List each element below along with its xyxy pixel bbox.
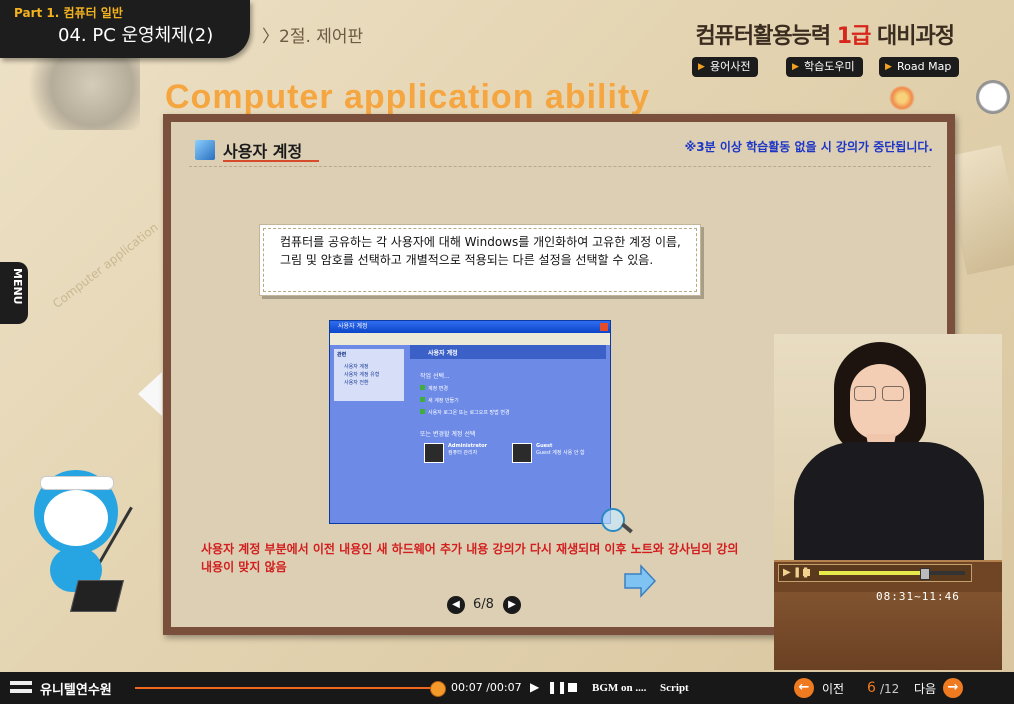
chevron-right-icon: ▶ [698, 62, 705, 72]
course-title-level: 1급 [836, 24, 872, 49]
lesson-progress-bar[interactable] [135, 687, 437, 689]
glossary-button-label: 용어사전 [710, 60, 751, 73]
mascot-face [44, 490, 108, 546]
error-note: 사용자 계정 부분에서 이전 내용인 새 하드웨어 추가 내용 강의가 다시 재… [201, 542, 739, 574]
guest-picture-icon [512, 443, 532, 463]
xp-task-label: 작업 선택... [420, 373, 450, 380]
video-player-bar: ▶ ❚❚ [778, 564, 972, 582]
lesson-progress-fill [135, 687, 437, 689]
time-readout: 00:07 /00:07 [451, 681, 522, 694]
xp-change-label: 또는 변경할 계정 선택 [420, 431, 476, 438]
total-pages: /12 [880, 682, 900, 696]
xp-titlebar [330, 321, 610, 333]
xp-main-header-text: 사용자 계정 [428, 350, 458, 357]
part-label: Part 1. 컴퓨터 일반 [14, 6, 123, 20]
video-time: 08:31~11:46 [876, 590, 960, 603]
menu-label[interactable]: MENU [4, 268, 24, 305]
presenter-glasses [854, 386, 906, 401]
study-helper-button[interactable]: ▶ 학습도우미 [786, 57, 863, 77]
instructor-video [774, 334, 1002, 670]
user-accounts-screenshot: 사용자 계정 관련 사용자 계정 사용자 계정 유형 사용자 전환 사용자 계정… [329, 320, 611, 524]
script-button[interactable]: Script [660, 682, 689, 694]
chevron-right-icon: ▶ [885, 62, 892, 72]
presenter-face [850, 364, 910, 440]
definition-box: 컴퓨터를 공유하는 각 사용자에 대해 Windows를 개인화하여 고유한 계… [259, 224, 701, 296]
xp-side-panel: 관련 사용자 계정 사용자 계정 유형 사용자 전환 [334, 349, 404, 401]
road-map-button-label: Road Map [897, 60, 952, 73]
mascot-character [26, 462, 146, 612]
current-page: 6 [867, 680, 876, 696]
bgm-toggle[interactable]: BGM on .... [592, 682, 646, 694]
course-title-main: 컴퓨터활용능력 [695, 24, 831, 49]
xp-side-item: 사용자 전환 [344, 380, 369, 386]
video-seek-thumb[interactable] [920, 568, 931, 580]
laptop-icon [70, 580, 124, 612]
video-seek-fill [819, 571, 925, 575]
study-helper-button-label: 학습도우미 [804, 60, 855, 73]
page-counter: 6/8 [473, 597, 494, 612]
xp-account-type: Guest 계정 사용 안 함 [536, 450, 585, 456]
xp-side-item: 사용자 계정 유형 [344, 372, 380, 378]
xp-task-item: 사용자 로그온 또는 로그오프 방법 변경 [420, 409, 510, 416]
chapter-title: 04. PC 운영체제(2) [58, 25, 214, 46]
xp-task-item: 계정 변경 [420, 385, 448, 392]
previous-triangle-icon[interactable] [138, 372, 162, 416]
monitor-icon [195, 140, 215, 160]
administrator-picture-icon [424, 443, 444, 463]
prev-arrow-icon[interactable]: ← [794, 678, 814, 698]
road-map-button[interactable]: ▶ Road Map [879, 57, 960, 77]
chevron-right-icon: ▶ [508, 599, 516, 610]
xp-close-icon [600, 323, 608, 331]
xp-window-title: 사용자 계정 [338, 323, 368, 330]
unitel-logo-icon [10, 679, 32, 697]
lesson-progress-knob[interactable] [430, 681, 446, 697]
lesson-stage: Part 1. 컴퓨터 일반 04. PC 운영체제(2) 〉2절. 제어판 컴… [0, 0, 1014, 704]
stop-icon[interactable] [803, 569, 810, 576]
inactivity-notice: ※3분 이상 학습활동 없을 시 강의가 중단됩니다. [684, 140, 933, 154]
magnifier-icon[interactable] [601, 508, 625, 532]
mascot-headband [40, 476, 114, 490]
prev-button[interactable]: 이전 [822, 680, 844, 697]
chevron-left-icon: ◀ [452, 599, 460, 610]
xp-toolbar [330, 333, 610, 345]
play-button[interactable]: ▶ [530, 680, 539, 694]
flower-decoration [888, 86, 916, 110]
board-title: 사용자 계정 [223, 142, 303, 161]
chevron-right-icon: ▶ [792, 62, 799, 72]
section-label: 〉2절. 제어판 [262, 27, 364, 47]
xp-task-item: 새 계정 만들기 [420, 397, 459, 404]
definition-text: 컴퓨터를 공유하는 각 사용자에 대해 Windows를 개인화하여 고유한 계… [280, 235, 681, 267]
background-title: Computer application ability [165, 78, 651, 116]
stop-button[interactable] [568, 683, 577, 692]
xp-account-type: 컴퓨터 관리자 [448, 450, 478, 456]
next-page-button[interactable]: ▶ [503, 596, 521, 614]
pause-button[interactable]: ❚❚ [547, 680, 567, 694]
xp-side-item: 사용자 계정 [344, 364, 369, 370]
next-arrow-icon[interactable] [623, 564, 657, 598]
pocket-watch-decoration [976, 80, 1010, 114]
course-title: 컴퓨터활용능력 1급 대비과정 [695, 18, 955, 50]
next-button[interactable]: 다음 [914, 680, 936, 697]
video-seek-bar[interactable] [819, 568, 965, 580]
play-icon[interactable]: ▶ [783, 567, 791, 578]
glossary-button[interactable]: ▶ 용어사전 [692, 57, 759, 77]
xp-side-heading: 관련 [337, 352, 347, 358]
side-watermark: Computer application [50, 220, 161, 312]
next-arrow-icon[interactable]: → [943, 678, 963, 698]
prev-page-button[interactable]: ◀ [447, 596, 465, 614]
course-title-suffix: 대비과정 [877, 24, 955, 49]
title-underline [223, 160, 319, 162]
board-divider [189, 166, 931, 167]
logo-text: 유니텔연수원 [40, 683, 112, 698]
